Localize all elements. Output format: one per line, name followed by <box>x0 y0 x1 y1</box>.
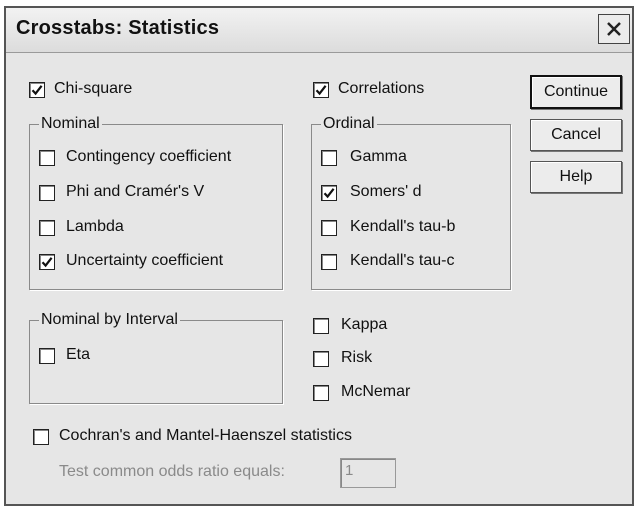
cochran-mantel-haenszel-label: Cochran's and Mantel-Haenszel statistics <box>59 427 352 444</box>
cancel-button[interactable]: Cancel <box>530 119 622 151</box>
lambda-label: Lambda <box>66 218 124 235</box>
correlations-label: Correlations <box>338 80 425 97</box>
risk-checkbox[interactable] <box>313 351 329 367</box>
lambda-checkbox[interactable] <box>39 220 55 236</box>
risk-label: Risk <box>341 349 373 366</box>
mcnemar-label: McNemar <box>341 383 411 400</box>
phi-cramers-v-label: Phi and Cramér's V <box>66 183 205 200</box>
contingency-coefficient-label: Contingency coefficient <box>66 148 232 165</box>
cochran-mantel-haenszel-checkbox[interactable] <box>33 429 49 445</box>
kendalls-tau-c-label: Kendall's tau-c <box>350 252 455 269</box>
title-bar: Crosstabs: Statistics <box>6 8 632 53</box>
close-button[interactable] <box>598 14 630 44</box>
crosstabs-statistics-dialog: Crosstabs: Statistics Chi-square Correla… <box>4 6 634 506</box>
gamma-label: Gamma <box>350 148 407 165</box>
kappa-label: Kappa <box>341 316 388 333</box>
nominal-legend: Nominal <box>39 115 102 133</box>
mcnemar-checkbox[interactable] <box>313 385 329 401</box>
phi-cramers-v-checkbox[interactable] <box>39 185 55 201</box>
checkmark-icon <box>41 257 53 268</box>
eta-label: Eta <box>66 346 91 363</box>
kappa-checkbox[interactable] <box>313 318 329 334</box>
common-odds-ratio-input[interactable]: 1 <box>340 458 396 488</box>
somers-d-checkbox[interactable] <box>321 185 337 201</box>
dialog-title: Crosstabs: Statistics <box>16 17 220 39</box>
nominal-by-interval-legend: Nominal by Interval <box>39 311 180 329</box>
somers-d-label: Somers' d <box>350 183 422 200</box>
uncertainty-coefficient-checkbox[interactable] <box>39 254 55 270</box>
checkmark-icon <box>315 85 327 96</box>
kendalls-tau-c-checkbox[interactable] <box>321 254 337 270</box>
checkmark-icon <box>323 188 335 199</box>
chi-square-checkbox[interactable] <box>29 82 45 98</box>
chi-square-label: Chi-square <box>54 80 133 97</box>
continue-button[interactable]: Continue <box>530 75 622 109</box>
uncertainty-coefficient-label: Uncertainty coefficient <box>66 252 224 269</box>
kendalls-tau-b-label: Kendall's tau-b <box>350 218 456 235</box>
kendalls-tau-b-checkbox[interactable] <box>321 220 337 236</box>
contingency-coefficient-checkbox[interactable] <box>39 150 55 166</box>
eta-checkbox[interactable] <box>39 348 55 364</box>
help-button[interactable]: Help <box>530 161 622 193</box>
ordinal-legend: Ordinal <box>321 115 377 133</box>
gamma-checkbox[interactable] <box>321 150 337 166</box>
common-odds-ratio-label: Test common odds ratio equals: <box>59 463 285 480</box>
close-icon <box>607 22 621 36</box>
correlations-checkbox[interactable] <box>313 82 329 98</box>
checkmark-icon <box>31 85 43 96</box>
